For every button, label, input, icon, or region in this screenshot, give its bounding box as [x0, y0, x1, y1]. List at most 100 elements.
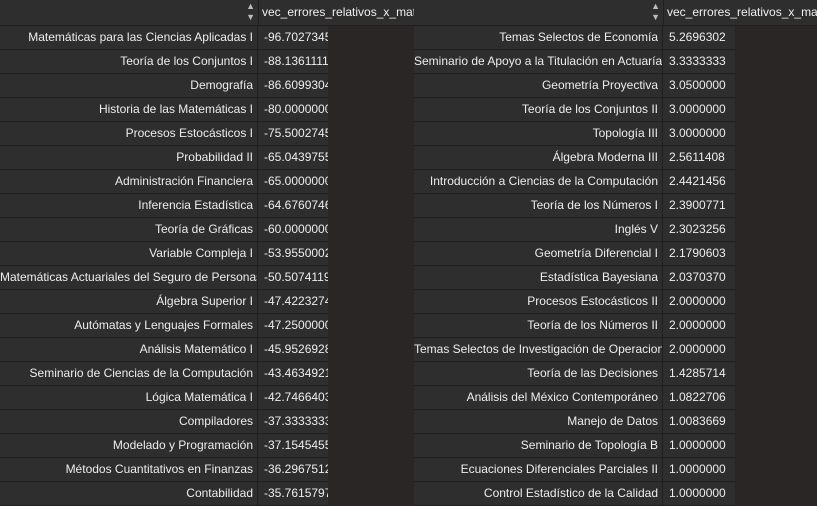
table-row: Análisis del México Contemporáneo 1.08227…	[414, 386, 817, 410]
value-cell: -96.7027345	[258, 26, 331, 50]
table-row: Teoría de Gráficas -60.0000000	[0, 218, 415, 242]
empty-cell	[328, 146, 414, 170]
table-row: Historia de las Matemáticas I -80.0000000	[0, 98, 415, 122]
row-name-cell: Control Estadístico de la Calidad	[414, 482, 663, 506]
table-row: Topología III 3.0000000	[414, 122, 817, 146]
value-cell: 1.0000000	[663, 458, 735, 482]
row-name-cell: Teoría de las Decisiones	[414, 362, 663, 386]
table-row: Matemáticas para las Ciencias Aplicadas …	[0, 26, 415, 50]
empty-cell	[328, 482, 414, 506]
empty-cell	[735, 314, 817, 338]
table-row: Temas Selectos de Economía 5.2696302	[414, 26, 817, 50]
empty-cell	[735, 170, 817, 194]
empty-cell	[735, 98, 817, 122]
empty-cell	[328, 362, 414, 386]
row-name-cell: Teoría de los Conjuntos I	[0, 50, 258, 74]
row-names-header[interactable]: ▲ ▼	[414, 0, 664, 25]
empty-cell	[735, 74, 817, 98]
table-row: Métodos Cuantitativos en Finanzas -36.296…	[0, 458, 415, 482]
row-name-cell: Análisis del México Contemporáneo	[414, 386, 663, 410]
value-cell: 1.0083669	[663, 410, 735, 434]
empty-cell	[328, 266, 414, 290]
empty-cell	[328, 410, 414, 434]
row-name-cell: Seminario de Topología B	[414, 434, 663, 458]
row-name-cell: Seminario de Ciencias de la Computación	[0, 362, 258, 386]
row-name-cell: Geometría Proyectiva	[414, 74, 663, 98]
column-header[interactable]: vec_errores_relativos_x_materia	[664, 0, 817, 25]
empty-cell	[328, 242, 414, 266]
value-cell: -35.7615797	[258, 482, 331, 506]
value-cell: -50.5074119	[258, 266, 331, 290]
empty-cell	[735, 458, 817, 482]
value-cell: 2.3023256	[663, 218, 735, 242]
value-cell: -36.2967512	[258, 458, 331, 482]
empty-cell	[328, 194, 414, 218]
row-name-cell: Ecuaciones Diferenciales Parciales II	[414, 458, 663, 482]
value-cell: -53.9550002	[258, 242, 331, 266]
table-row: Álgebra Moderna III 2.5611408	[414, 146, 817, 170]
row-name-cell: Matemáticas para las Ciencias Aplicadas …	[0, 26, 258, 50]
value-cell: -45.9526928	[258, 338, 331, 362]
table-row: Contabilidad -35.7615797	[0, 482, 415, 506]
row-name-cell: Teoría de Gráficas	[0, 218, 258, 242]
row-name-cell: Teoría de los Números II	[414, 314, 663, 338]
value-cell: 1.0000000	[663, 482, 735, 506]
value-cell: 5.2696302	[663, 26, 735, 50]
table-header: ▲▼ vec_errores_relativos_x_materia	[0, 0, 415, 26]
empty-cell	[735, 410, 817, 434]
row-name-cell: Lógica Matemática I	[0, 386, 258, 410]
value-cell: 2.5611408	[663, 146, 735, 170]
row-name-cell: Temas Selectos de Economía	[414, 26, 663, 50]
row-name-cell: Análisis Matemático I	[0, 338, 258, 362]
empty-cell	[735, 386, 817, 410]
table-row: Ecuaciones Diferenciales Parciales II 1.0…	[414, 458, 817, 482]
empty-cell	[328, 98, 414, 122]
empty-cell	[328, 218, 414, 242]
row-name-cell: Modelado y Programación	[0, 434, 258, 458]
value-cell: -86.6099304	[258, 74, 331, 98]
empty-cell	[328, 170, 414, 194]
row-name-cell: Demografía	[0, 74, 258, 98]
value-cell: -64.6760746	[258, 194, 331, 218]
value-cell: 2.3900771	[663, 194, 735, 218]
row-name-cell: Métodos Cuantitativos en Finanzas	[0, 458, 258, 482]
column-header[interactable]: vec_errores_relativos_x_materia	[259, 0, 415, 25]
table-row: Manejo de Datos 1.0083669	[414, 410, 817, 434]
row-name-cell: Contabilidad	[0, 482, 258, 506]
empty-cell	[328, 74, 414, 98]
table-row: Variable Compleja I -53.9550002	[0, 242, 415, 266]
empty-cell	[328, 434, 414, 458]
table-row: Análisis Matemático I -45.9526928	[0, 338, 415, 362]
empty-cell	[735, 290, 817, 314]
row-name-cell: Compiladores	[0, 410, 258, 434]
sort-arrows-icon[interactable]: ▲ ▼	[246, 1, 255, 23]
table-row: Inferencia Estadística -64.6760746	[0, 194, 415, 218]
sort-arrows-icon[interactable]: ▲ ▼	[651, 1, 660, 23]
row-name-cell: Variable Compleja I	[0, 242, 258, 266]
row-name-cell: Inferencia Estadística	[0, 194, 258, 218]
row-name-cell: Estadística Bayesiana	[414, 266, 663, 290]
row-names-header[interactable]: ▲ ▼	[0, 0, 259, 25]
table-body: Matemáticas para las Ciencias Aplicadas …	[0, 26, 415, 506]
empty-cell	[735, 26, 817, 50]
value-cell: -37.3333333	[258, 410, 331, 434]
value-cell: -42.7466403	[258, 386, 331, 410]
table-header: ▲▼ vec_errores_relativos_x_materia	[414, 0, 817, 26]
table-row: Procesos Estocásticos I -75.5002745	[0, 122, 415, 146]
table-row: Matemáticas Actuariales del Seguro de Pe…	[0, 266, 415, 290]
table-row: Seminario de Apoyo a la Titulación en Ac…	[414, 50, 817, 74]
empty-cell	[328, 458, 414, 482]
empty-cell	[735, 218, 817, 242]
row-name-cell: Geometría Diferencial I	[414, 242, 663, 266]
value-cell: -75.5002745	[258, 122, 331, 146]
table-row: Teoría de las Decisiones 1.4285714	[414, 362, 817, 386]
value-cell: 1.0822706	[663, 386, 735, 410]
value-cell: 2.4421456	[663, 170, 735, 194]
table-row: Teoría de los Números I 2.3900771	[414, 194, 817, 218]
empty-cell	[735, 338, 817, 362]
empty-cell	[328, 122, 414, 146]
table-row: Lógica Matemática I -42.7466403	[0, 386, 415, 410]
table-row: Teoría de los Conjuntos II 3.0000000	[414, 98, 817, 122]
table-row: Probabilidad II -65.0439755	[0, 146, 415, 170]
value-cell: -60.0000000	[258, 218, 331, 242]
